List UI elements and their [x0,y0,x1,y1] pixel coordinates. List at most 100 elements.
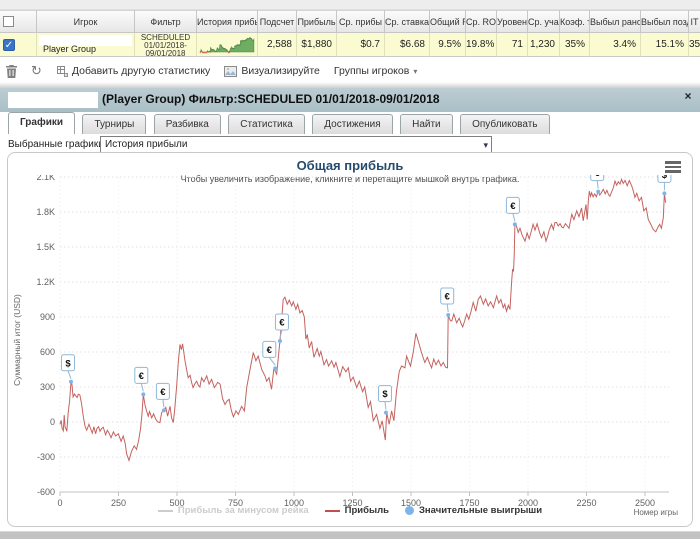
legend-line-swatch [157,509,173,512]
panel-header: (Player Group) Фильтр:SCHEDULED 01/01/20… [0,88,700,112]
legend-item-significant-wins[interactable]: Значительные выигрыши [404,505,543,516]
column-header-history[interactable]: История прибы. [197,10,258,33]
svg-text:-300: -300 [37,452,55,462]
svg-text:$: $ [662,175,668,181]
column-header-itm[interactable]: IT [689,10,700,33]
legend-label: Прибыль за минусом рейка [177,505,309,516]
legend-line-swatch [324,509,340,512]
column-header-filter[interactable]: Фильтр [135,10,197,33]
chart-select[interactable]: История прибыли ▾ [100,136,492,153]
column-header-coef[interactable]: Коэф. т [560,10,590,33]
svg-text:Суммарный итог (USD): Суммарный итог (USD) [12,294,22,386]
svg-text:1.2K: 1.2K [36,277,55,287]
svg-text:$: $ [382,389,388,400]
screen: Игрок Фильтр История прибы. Подсчет Приб… [0,0,700,539]
total-r-cell: 9.5% [430,33,466,57]
select-all-checkbox[interactable] [3,16,14,27]
column-header-player[interactable]: Игрок [37,10,135,33]
avg-stake-cell: $6.68 [385,33,430,57]
legend-item-profit-minus-rake[interactable]: Прибыль за минусом рейка [157,505,309,516]
coef-cell: 35% [560,33,590,57]
tab-charts[interactable]: Графики [8,112,76,134]
svg-text:€: € [445,292,451,303]
profit-sparkline [199,36,255,54]
svg-text:€: € [595,175,601,179]
refresh-button[interactable]: ↻ [31,63,42,79]
itm-cell: 35 [689,33,700,57]
busted-late-cell: 15.1% [641,33,689,57]
visualize-button[interactable]: Визуализируйте [224,65,320,77]
profit-chart-plot[interactable]: 2.1K1.8K1.5K1.2K9006003000-300-6000 250 50… [9,175,691,507]
svg-text:€: € [279,318,285,329]
tab-publish[interactable]: Опубликовать [460,114,550,134]
column-header-total-r[interactable]: Общий R [430,10,466,33]
visualize-label: Визуализируйте [241,65,320,77]
report-panel: (Player Group) Фильтр:SCHEDULED 01/01/20… [0,88,700,531]
top-strip [0,0,700,10]
xaxis-title: Номер игры [633,508,678,517]
tab-bar: Графики Турниры Разбивка Статистика Дост… [0,112,700,134]
table-row[interactable]: ✓ Player Group SCHEDULED 01/01/2018- 09/… [0,33,700,57]
panel-title: (Player Group) Фильтр:SCHEDULED 01/01/20… [102,92,440,106]
legend-label: Значительные выигрыши [418,505,543,516]
player-stats-table: Игрок Фильтр История прибы. Подсчет Приб… [0,10,700,57]
svg-text:$: $ [65,358,71,369]
column-header-busted-early[interactable]: Выбыл рано [590,10,641,33]
delete-button[interactable] [6,64,17,78]
row-checkbox-cell: ✓ [0,33,37,57]
svg-text:0: 0 [50,417,55,427]
legend-label: Прибыль [344,505,389,516]
legend-item-profit[interactable]: Прибыль [324,505,389,516]
chevron-down-icon: ▾ [483,140,488,150]
refresh-icon: ↻ [31,63,42,78]
player-cell: Player Group [37,33,135,57]
column-header-avg-roi[interactable]: Ср. RO [466,10,497,33]
avg-entrants-cell: 1,230 [528,33,560,57]
profit-history-cell [197,33,258,57]
chart-container[interactable]: Общая прибыль Чтобы увеличить изображени… [7,152,693,527]
level-cell: 71 [497,33,528,57]
svg-text:€: € [510,201,516,212]
chart-menu-icon[interactable] [665,161,681,175]
chart-legend: Прибыль за минусом рейка Прибыль Значите… [8,505,692,516]
svg-text:2.1K: 2.1K [36,175,55,182]
player-groups-dropdown[interactable]: Группы игроков ▾ [334,65,417,77]
add-statistic-icon [56,66,68,77]
image-icon [224,65,238,77]
svg-text:1.5K: 1.5K [36,242,55,252]
chart-title: Общая прибыль [296,158,404,173]
tab-tournaments[interactable]: Турниры [82,114,147,134]
tab-find[interactable]: Найти [400,114,453,134]
table-header-row: Игрок Фильтр История прибы. Подсчет Приб… [0,10,700,33]
player-name: Player Group [43,44,97,54]
filter-line: 09/01/2018 [145,49,186,57]
column-header-avg-entrants[interactable]: Ср. учас [528,10,560,33]
avg-roi-cell: 19.8% [466,33,497,57]
column-header-count[interactable]: Подсчет [258,10,297,33]
close-icon[interactable]: × [681,89,695,103]
tab-breakdown[interactable]: Разбивка [153,114,221,134]
add-statistic-button[interactable]: Добавить другую статистику [56,65,210,77]
row-checkbox[interactable]: ✓ [3,39,15,51]
column-header-busted-late[interactable]: Выбыл позд [641,10,689,33]
svg-text:-600: -600 [37,487,55,497]
avg-profit-cell: $0.7 [337,33,385,57]
filter-cell: SCHEDULED 01/01/2018- 09/01/2018 [135,33,197,57]
legend-dot-swatch [404,506,414,515]
svg-text:1.8K: 1.8K [36,207,55,217]
svg-text:€: € [267,345,273,356]
tab-statistics[interactable]: Статистика [228,114,305,134]
svg-text:300: 300 [40,382,55,392]
chevron-down-icon: ▾ [413,66,418,76]
toolbar: ↻ Добавить другую статистику Визуализиру… [0,60,700,82]
column-header-level[interactable]: Уровен [497,10,528,33]
column-header-avg-profit[interactable]: Ср. прибы [337,10,385,33]
tab-achievements[interactable]: Достижения [312,114,393,134]
svg-text:900: 900 [40,312,55,322]
bottom-strip [0,531,700,539]
column-header-profit[interactable]: Прибыль [297,10,337,33]
svg-text:€: € [139,371,145,382]
column-header-avg-stake[interactable]: Ср. ставка [385,10,430,33]
add-statistic-label: Добавить другую статистику [71,65,211,77]
chart-select-label: Выбранные графики: [8,139,107,150]
